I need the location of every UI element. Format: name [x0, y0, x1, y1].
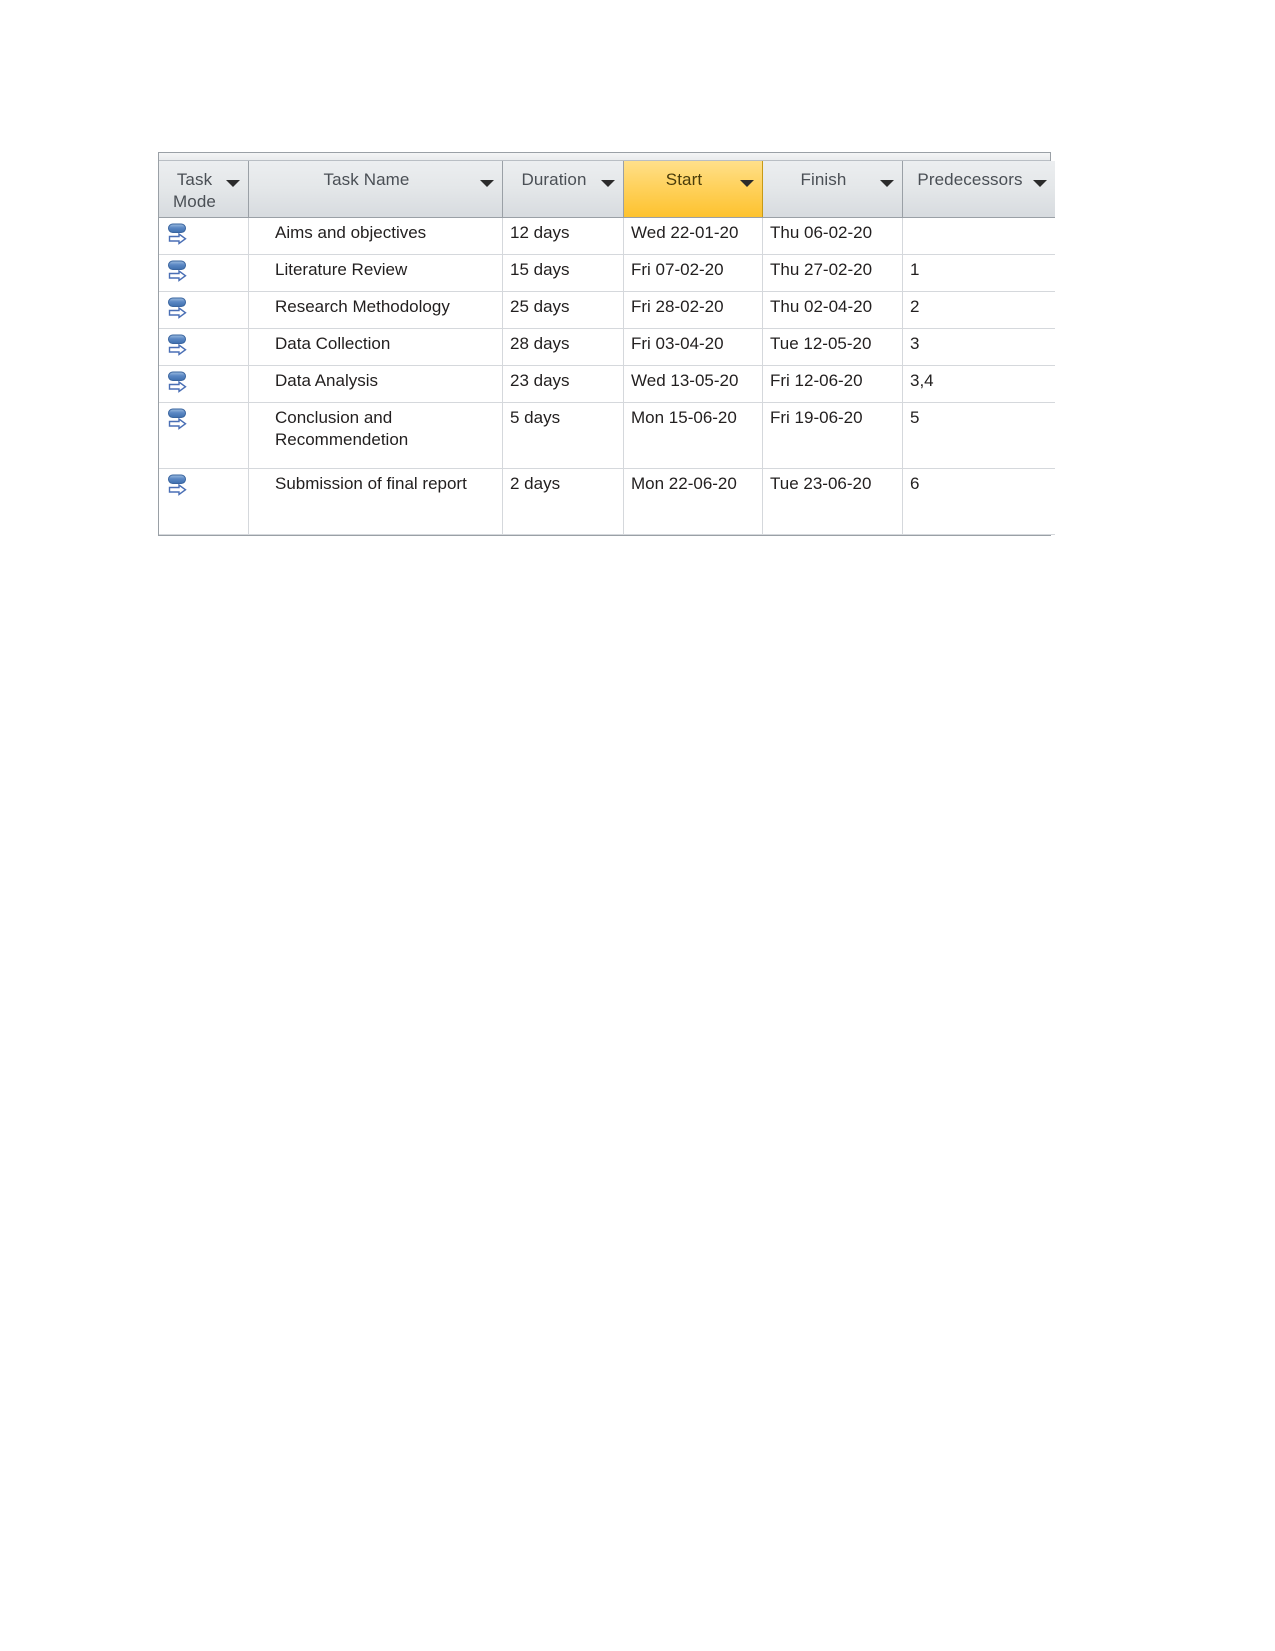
filter-chevron-down-icon-task-name[interactable] [480, 180, 494, 187]
cell-finish[interactable]: Fri 12-06-20 [762, 365, 903, 403]
cell-start[interactable]: Mon 22-06-20 [623, 468, 763, 535]
filter-chevron-down-icon-duration[interactable] [601, 180, 615, 187]
filter-chevron-down-icon-start[interactable] [740, 180, 754, 187]
filter-chevron-down-icon-task-mode[interactable] [226, 180, 240, 187]
column-header-duration[interactable]: Duration [502, 161, 624, 218]
cell-task-name[interactable]: Research Methodology [248, 291, 503, 329]
cell-start[interactable]: Wed 22-01-20 [623, 217, 763, 255]
cell-finish[interactable]: Thu 06-02-20 [762, 217, 903, 255]
cell-task-name[interactable]: Data Analysis [248, 365, 503, 403]
cell-start[interactable]: Fri 28-02-20 [623, 291, 763, 329]
cell-task-mode[interactable] [159, 328, 249, 366]
table-row[interactable]: Aims and objectives 12 days Wed 22-01-20 Th… [159, 217, 1055, 255]
cell-duration[interactable]: 25 days [502, 291, 624, 329]
auto-scheduled-icon[interactable] [167, 223, 195, 249]
cell-predecessors[interactable]: 6 [902, 468, 1055, 535]
cell-duration[interactable]: 12 days [502, 217, 624, 255]
cell-task-name[interactable]: Literature Review [248, 254, 503, 292]
cell-duration[interactable]: 28 days [502, 328, 624, 366]
cell-task-name[interactable]: Submission of final report [248, 468, 503, 535]
cell-predecessors[interactable]: 3,4 [902, 365, 1055, 403]
auto-scheduled-icon[interactable] [167, 334, 195, 360]
task-grid: Task Mode Task Name Duration Start Finis… [159, 161, 1055, 535]
cell-task-mode[interactable] [159, 402, 249, 469]
cell-duration[interactable]: 23 days [502, 365, 624, 403]
auto-scheduled-icon[interactable] [167, 371, 195, 397]
cell-start[interactable]: Wed 13-05-20 [623, 365, 763, 403]
column-header-finish[interactable]: Finish [762, 161, 903, 218]
cell-duration[interactable]: 15 days [502, 254, 624, 292]
filter-chevron-down-icon-predecessors[interactable] [1033, 180, 1047, 187]
column-header-start[interactable]: Start [623, 161, 763, 218]
cell-predecessors[interactable]: 1 [902, 254, 1055, 292]
cell-finish[interactable]: Tue 12-05-20 [762, 328, 903, 366]
table-row[interactable]: Research Methodology 25 days Fri 28-02-20 T… [159, 291, 1055, 329]
table-row[interactable]: Data Collection 28 days Fri 03-04-20 Tue 12… [159, 328, 1055, 366]
cell-task-name[interactable]: Conclusion and Recommendetion [248, 402, 503, 469]
column-header-task-name-label: Task Name [323, 170, 410, 189]
cell-task-mode[interactable] [159, 365, 249, 403]
cell-task-mode[interactable] [159, 468, 249, 535]
cell-predecessors[interactable]: 3 [902, 328, 1055, 366]
cell-start[interactable]: Mon 15-06-20 [623, 402, 763, 469]
auto-scheduled-icon[interactable] [167, 408, 195, 434]
cell-task-mode[interactable] [159, 217, 249, 255]
cell-finish[interactable]: Tue 23-06-20 [762, 468, 903, 535]
header-row: Task Mode Task Name Duration Start Finis… [159, 161, 1055, 218]
cell-finish[interactable]: Thu 02-04-20 [762, 291, 903, 329]
grid-header: Task Mode Task Name Duration Start Finis… [159, 161, 1055, 218]
table-select-all-band[interactable] [159, 153, 1050, 161]
column-header-task-mode[interactable]: Task Mode [159, 161, 249, 218]
table-row[interactable]: Submission of final report 2 days Mon 22-0… [159, 468, 1055, 535]
cell-task-mode[interactable] [159, 291, 249, 329]
column-header-predecessors[interactable]: Predecessors [902, 161, 1055, 218]
auto-scheduled-icon[interactable] [167, 297, 195, 323]
cell-predecessors[interactable] [902, 217, 1055, 255]
cell-duration[interactable]: 5 days [502, 402, 624, 469]
table-row[interactable]: Data Analysis 23 days Wed 13-05-20 Fri 12-0… [159, 365, 1055, 403]
cell-start[interactable]: Fri 03-04-20 [623, 328, 763, 366]
table-row[interactable]: Conclusion and Recommendetion 5 days Mon 1… [159, 402, 1055, 469]
table-row[interactable]: Literature Review 15 days Fri 07-02-20 Thu … [159, 254, 1055, 292]
cell-task-mode[interactable] [159, 254, 249, 292]
column-header-task-name[interactable]: Task Name [248, 161, 503, 218]
cell-duration[interactable]: 2 days [502, 468, 624, 535]
project-task-table: Task Mode Task Name Duration Start Finis… [158, 152, 1055, 536]
cell-finish[interactable]: Fri 19-06-20 [762, 402, 903, 469]
auto-scheduled-icon[interactable] [167, 474, 195, 500]
cell-task-name[interactable]: Aims and objectives [248, 217, 503, 255]
cell-predecessors[interactable]: 2 [902, 291, 1055, 329]
filter-chevron-down-icon-finish[interactable] [880, 180, 894, 187]
cell-start[interactable]: Fri 07-02-20 [623, 254, 763, 292]
cell-predecessors[interactable]: 5 [902, 402, 1055, 469]
cell-task-name[interactable]: Data Collection [248, 328, 503, 366]
auto-scheduled-icon[interactable] [167, 260, 195, 286]
grid-body: Aims and objectives 12 days Wed 22-01-20 Th… [159, 217, 1055, 535]
cell-finish[interactable]: Thu 27-02-20 [762, 254, 903, 292]
